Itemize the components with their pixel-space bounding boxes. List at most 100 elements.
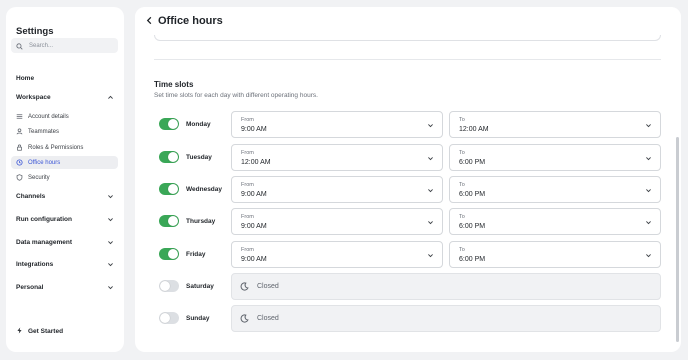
- sidebar-item-teammates[interactable]: Teammates: [11, 125, 118, 138]
- to-time-select[interactable]: To 6:00 PM: [449, 176, 661, 203]
- group-label: Personal: [16, 284, 44, 291]
- to-label: To: [459, 214, 465, 220]
- day-label: Saturday: [186, 283, 214, 290]
- to-value: 6:00 PM: [459, 223, 486, 230]
- toggle-knob: [168, 152, 178, 162]
- to-label: To: [459, 117, 465, 123]
- to-label: To: [459, 150, 465, 156]
- toggle-knob: [160, 313, 170, 323]
- day-toggle[interactable]: [159, 215, 179, 227]
- sidebar-item-security[interactable]: Security: [11, 171, 118, 184]
- group-label: Channels: [16, 193, 46, 200]
- from-time-select[interactable]: From 9:00 AM: [231, 241, 443, 268]
- day-label: Friday: [186, 251, 206, 258]
- from-label: From: [241, 117, 254, 123]
- toggle-knob: [168, 216, 178, 226]
- from-value: 9:00 AM: [241, 126, 267, 133]
- closed-label: Closed: [257, 283, 279, 290]
- from-value: 9:00 AM: [241, 223, 267, 230]
- time-slot-row-sunday: Sunday Closed: [159, 305, 661, 332]
- sidebar-title: Settings: [16, 26, 54, 37]
- chevron-down-icon: [427, 122, 434, 129]
- run-configuration-group-header[interactable]: Run configuration: [16, 216, 114, 223]
- to-value: 6:00 PM: [459, 256, 486, 263]
- integrations-group-header[interactable]: Integrations: [16, 261, 114, 268]
- sidebar-item-label: Security: [28, 174, 50, 181]
- closed-indicator: Closed: [231, 273, 661, 300]
- chevron-down-icon: [107, 193, 114, 200]
- list-icon: [16, 113, 23, 120]
- chevron-down-icon: [645, 187, 652, 194]
- from-time-select[interactable]: From 12:00 AM: [231, 144, 443, 171]
- search-input[interactable]: Search...: [11, 38, 118, 53]
- day-toggle[interactable]: [159, 151, 179, 163]
- chevron-down-icon: [427, 219, 434, 226]
- lightning-icon: [16, 327, 28, 336]
- search-placeholder: Search...: [29, 42, 54, 49]
- chevron-up-icon: [107, 94, 114, 101]
- chevron-down-icon: [645, 155, 652, 162]
- sidebar-item-label: Account details: [28, 113, 69, 120]
- toggle-knob: [168, 249, 178, 259]
- from-label: From: [241, 182, 254, 188]
- channels-group-header[interactable]: Channels: [16, 193, 114, 200]
- chevron-down-icon: [645, 122, 652, 129]
- sidebar-item-account-details[interactable]: Account details: [11, 110, 118, 123]
- from-time-select[interactable]: From 9:00 AM: [231, 111, 443, 138]
- get-started-link[interactable]: Get Started: [16, 327, 63, 336]
- section-title: Time slots: [154, 80, 194, 89]
- chevron-left-icon: [145, 16, 154, 25]
- to-time-select[interactable]: To 12:00 AM: [449, 111, 661, 138]
- group-label: Run configuration: [16, 216, 72, 223]
- sidebar-item-office-hours[interactable]: Office hours: [11, 156, 118, 169]
- shield-icon: [16, 174, 23, 181]
- to-time-select[interactable]: To 6:00 PM: [449, 208, 661, 235]
- sidebar-item-home[interactable]: Home: [16, 75, 34, 82]
- lock-icon: [16, 144, 23, 151]
- person-icon: [16, 128, 23, 135]
- chevron-down-icon: [427, 252, 434, 259]
- chevron-down-icon: [107, 239, 114, 246]
- toggle-knob: [168, 184, 178, 194]
- day-toggle[interactable]: [159, 280, 179, 292]
- to-time-select[interactable]: To 6:00 PM: [449, 241, 661, 268]
- time-slot-row-tuesday: Tuesday From 12:00 AM To 6:00 PM: [159, 144, 661, 171]
- day-toggle[interactable]: [159, 118, 179, 130]
- toggle-knob: [168, 119, 178, 129]
- personal-group-header[interactable]: Personal: [16, 284, 114, 291]
- day-toggle[interactable]: [159, 312, 179, 324]
- day-label: Sunday: [186, 315, 210, 322]
- get-started-label: Get Started: [28, 328, 64, 335]
- sidebar-item-label: Roles & Permissions: [28, 144, 84, 151]
- sidebar-item-label: Office hours: [28, 159, 61, 166]
- time-slot-row-friday: Friday From 9:00 AM To 6:00 PM: [159, 241, 661, 268]
- page-title: Office hours: [158, 15, 223, 27]
- day-toggle[interactable]: [159, 183, 179, 195]
- workspace-label: Workspace: [16, 94, 51, 101]
- workspace-group-header[interactable]: Workspace: [16, 94, 114, 101]
- sidebar-item-label: Teammates: [28, 128, 60, 135]
- group-label: Data management: [16, 239, 72, 246]
- day-label: Tuesday: [186, 154, 212, 161]
- day-label: Monday: [186, 121, 211, 128]
- scrollbar[interactable]: [676, 137, 679, 342]
- closed-indicator: Closed: [231, 305, 661, 332]
- from-time-select[interactable]: From 9:00 AM: [231, 208, 443, 235]
- chevron-down-icon: [107, 261, 114, 268]
- time-slot-row-saturday: Saturday Closed: [159, 273, 661, 300]
- section-divider: [154, 59, 661, 60]
- main-panel: Office hours Time slots Set time slots f…: [135, 7, 681, 352]
- time-slot-row-thursday: Thursday From 9:00 AM To 6:00 PM: [159, 208, 661, 235]
- from-label: From: [241, 247, 254, 253]
- day-label: Thursday: [186, 218, 216, 225]
- from-time-select[interactable]: From 9:00 AM: [231, 176, 443, 203]
- from-value: 9:00 AM: [241, 256, 267, 263]
- back-button[interactable]: [145, 16, 154, 25]
- to-value: 12:00 AM: [459, 126, 489, 133]
- sidebar-item-roles-permissions[interactable]: Roles & Permissions: [11, 141, 118, 154]
- data-management-group-header[interactable]: Data management: [16, 239, 114, 246]
- toggle-knob: [160, 281, 170, 291]
- day-toggle[interactable]: [159, 248, 179, 260]
- chevron-down-icon: [427, 155, 434, 162]
- to-time-select[interactable]: To 6:00 PM: [449, 144, 661, 171]
